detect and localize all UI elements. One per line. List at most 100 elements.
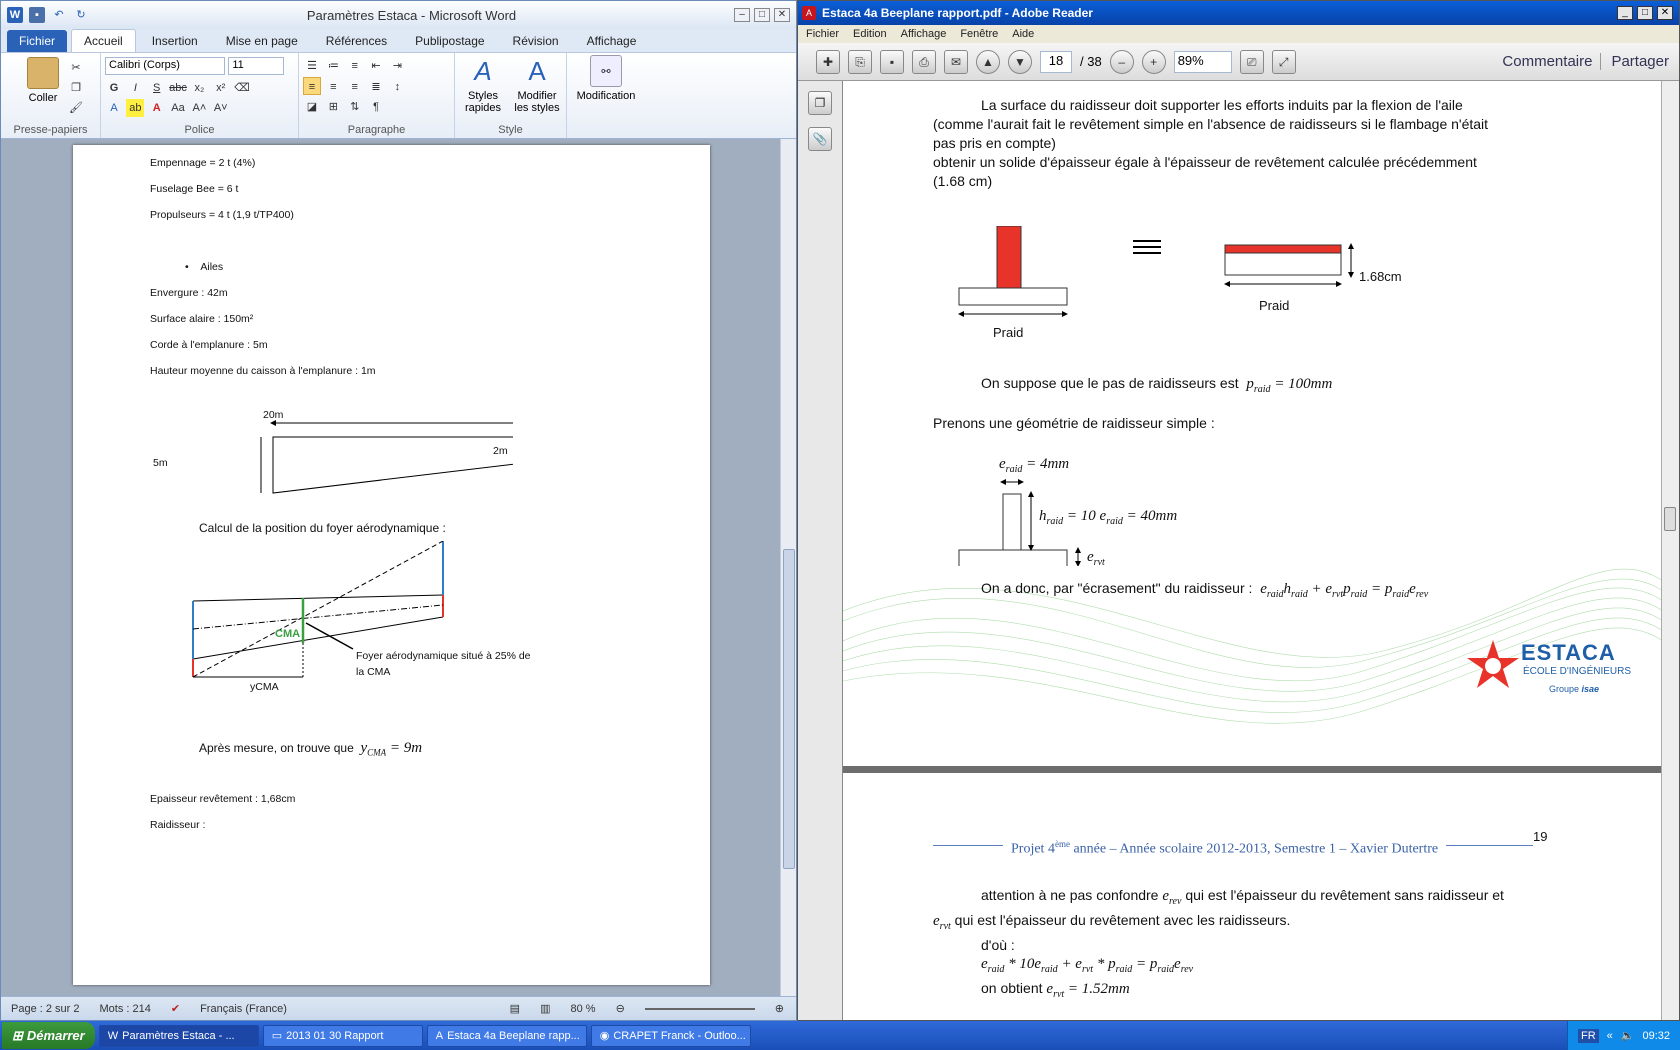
reader-vertical-scrollbar[interactable] bbox=[1661, 81, 1679, 1020]
menu-aide[interactable]: Aide bbox=[1012, 28, 1034, 40]
format-painter-icon[interactable]: 🖌 bbox=[67, 99, 85, 117]
cut-icon[interactable]: ✂ bbox=[67, 59, 85, 77]
attachments-icon[interactable]: 📎 bbox=[808, 127, 832, 151]
decrease-indent-icon[interactable]: ⇤ bbox=[367, 57, 385, 75]
font-size-select[interactable]: 11 bbox=[228, 57, 285, 75]
word-app-icon[interactable]: W bbox=[7, 7, 23, 23]
subscript-icon[interactable]: x₂ bbox=[190, 79, 208, 97]
italic-icon[interactable]: I bbox=[126, 79, 144, 97]
zoom-in-icon[interactable]: + bbox=[1141, 49, 1166, 74]
numbering-icon[interactable]: ≔ bbox=[324, 57, 342, 75]
taskbar-item-word[interactable]: W Paramètres Estaca - ... bbox=[98, 1024, 259, 1047]
minimize-button[interactable]: _ bbox=[1617, 6, 1633, 20]
maximize-button[interactable]: □ bbox=[754, 8, 770, 22]
status-zoom[interactable]: 80 % bbox=[570, 1003, 595, 1015]
pdf-app-icon[interactable]: A bbox=[802, 6, 816, 20]
borders-icon[interactable]: ⊞ bbox=[324, 98, 342, 116]
quick-styles-button[interactable]: A Styles rapides bbox=[455, 55, 511, 114]
pages-panel-icon[interactable]: ❐ bbox=[808, 91, 832, 115]
justify-icon[interactable]: ≣ bbox=[367, 78, 385, 96]
tab-insertion[interactable]: Insertion bbox=[140, 30, 210, 52]
status-page[interactable]: Page : 2 sur 2 bbox=[11, 1003, 80, 1015]
previous-page-icon[interactable]: ▲ bbox=[976, 49, 1000, 74]
combine-icon[interactable]: ⎘ bbox=[848, 49, 872, 74]
zoom-in-icon[interactable]: ⊕ bbox=[775, 1002, 796, 1015]
underline-icon[interactable]: S bbox=[148, 79, 166, 97]
view-print-layout-icon[interactable]: ▤ bbox=[510, 1002, 520, 1015]
taskbar-item-reader[interactable]: A Estaca 4a Beeplane rapp... bbox=[426, 1024, 587, 1047]
tab-mise-en-page[interactable]: Mise en page bbox=[214, 30, 310, 52]
page-number-input[interactable]: 18 bbox=[1040, 50, 1072, 73]
copy-icon[interactable]: ❐ bbox=[67, 79, 85, 97]
fit-page-icon[interactable]: ⎚ bbox=[1239, 49, 1264, 74]
align-center-icon[interactable]: ≡ bbox=[324, 78, 342, 96]
document-page[interactable]: Empennage = 2 t (4%) Fuselage Bee = 6 t … bbox=[73, 145, 710, 985]
increase-indent-icon[interactable]: ⇥ bbox=[388, 57, 406, 75]
font-name-select[interactable]: Calibri (Corps) bbox=[105, 57, 225, 75]
tab-affichage[interactable]: Affichage bbox=[575, 30, 649, 52]
bullets-icon[interactable]: ☰ bbox=[303, 57, 321, 75]
shading-icon[interactable]: ◪ bbox=[303, 98, 321, 116]
line-spacing-icon[interactable]: ↕ bbox=[388, 78, 406, 96]
word-vertical-scrollbar[interactable] bbox=[780, 139, 796, 996]
sort-icon[interactable]: ⇅ bbox=[346, 98, 364, 116]
menu-affichage[interactable]: Affichage bbox=[901, 28, 947, 40]
tab-revision[interactable]: Révision bbox=[501, 30, 571, 52]
highlight-icon[interactable]: ab bbox=[126, 99, 145, 117]
modify-styles-button[interactable]: A Modifier les styles bbox=[509, 55, 565, 114]
menu-fenetre[interactable]: Fenêtre bbox=[960, 28, 998, 40]
zoom-slider[interactable] bbox=[644, 1007, 755, 1010]
align-left-icon[interactable]: ≡ bbox=[303, 77, 321, 95]
spellcheck-icon[interactable]: ✔ bbox=[171, 1002, 180, 1015]
menu-edition[interactable]: Edition bbox=[853, 28, 887, 40]
tab-references[interactable]: Références bbox=[314, 30, 399, 52]
clock[interactable]: 09:32 bbox=[1642, 1030, 1670, 1042]
align-right-icon[interactable]: ≡ bbox=[346, 78, 364, 96]
tab-publipostage[interactable]: Publipostage bbox=[403, 30, 496, 52]
print-icon[interactable]: ⎙ bbox=[912, 49, 936, 74]
shrink-font-icon[interactable]: A˅ bbox=[212, 99, 230, 117]
minimize-button[interactable]: – bbox=[734, 8, 750, 22]
close-button[interactable]: ✕ bbox=[1657, 6, 1673, 20]
tray-expand-icon[interactable]: « bbox=[1607, 1030, 1613, 1042]
undo-icon[interactable]: ↶ bbox=[51, 7, 67, 23]
taskbar-item-firefox[interactable]: ◉ CRAPET Franck - Outloo... bbox=[590, 1024, 751, 1047]
text-effects-icon[interactable]: A bbox=[105, 99, 123, 117]
paste-button[interactable]: Coller bbox=[13, 57, 73, 104]
zoom-out-icon[interactable]: – bbox=[1109, 49, 1134, 74]
tab-fichier[interactable]: Fichier bbox=[7, 30, 68, 52]
scroll-thumb[interactable] bbox=[1664, 507, 1676, 531]
comment-button[interactable]: Commentaire bbox=[1502, 53, 1592, 70]
volume-icon[interactable]: 🔈 bbox=[1621, 1029, 1635, 1042]
modification-button[interactable]: ⚯ Modification bbox=[571, 55, 641, 102]
clear-format-icon[interactable]: ⌫ bbox=[233, 79, 251, 97]
pdf-viewport[interactable]: La surface du raidisseur doit supporter … bbox=[843, 81, 1663, 1020]
fullscreen-icon[interactable]: ⤢ bbox=[1271, 49, 1296, 74]
status-language[interactable]: Français (France) bbox=[200, 1003, 287, 1015]
scroll-thumb[interactable] bbox=[783, 549, 795, 869]
redo-icon[interactable]: ↻ bbox=[73, 7, 89, 23]
next-page-icon[interactable]: ▼ bbox=[1008, 49, 1032, 74]
save-icon[interactable]: ▪ bbox=[29, 7, 45, 23]
strikethrough-icon[interactable]: abc bbox=[169, 79, 187, 97]
bold-icon[interactable]: G bbox=[105, 79, 123, 97]
show-marks-icon[interactable]: ¶ bbox=[367, 98, 385, 116]
share-button[interactable]: Partager bbox=[1600, 53, 1679, 70]
status-words[interactable]: Mots : 214 bbox=[100, 1003, 151, 1015]
multilevel-list-icon[interactable]: ≡ bbox=[346, 57, 364, 75]
grow-font-icon[interactable]: A˄ bbox=[190, 99, 208, 117]
close-button[interactable]: ✕ bbox=[774, 8, 790, 22]
tab-accueil[interactable]: Accueil bbox=[71, 29, 136, 52]
superscript-icon[interactable]: x² bbox=[212, 79, 230, 97]
font-color-icon[interactable]: A bbox=[148, 99, 166, 117]
taskbar-item-folder[interactable]: ▭ 2013 01 30 Rapport bbox=[262, 1024, 423, 1047]
start-button[interactable]: ⊞ Démarrer bbox=[2, 1022, 95, 1049]
save-icon[interactable]: ▪ bbox=[880, 49, 904, 74]
email-icon[interactable]: ✉ bbox=[944, 49, 968, 74]
view-web-layout-icon[interactable]: ▥ bbox=[540, 1002, 550, 1015]
create-pdf-icon[interactable]: ✚ bbox=[816, 49, 840, 74]
change-case-icon[interactable]: Aa bbox=[169, 99, 187, 117]
maximize-button[interactable]: □ bbox=[1637, 6, 1653, 20]
zoom-select[interactable]: 89% bbox=[1173, 50, 1232, 73]
zoom-out-icon[interactable]: ⊖ bbox=[616, 1002, 625, 1015]
